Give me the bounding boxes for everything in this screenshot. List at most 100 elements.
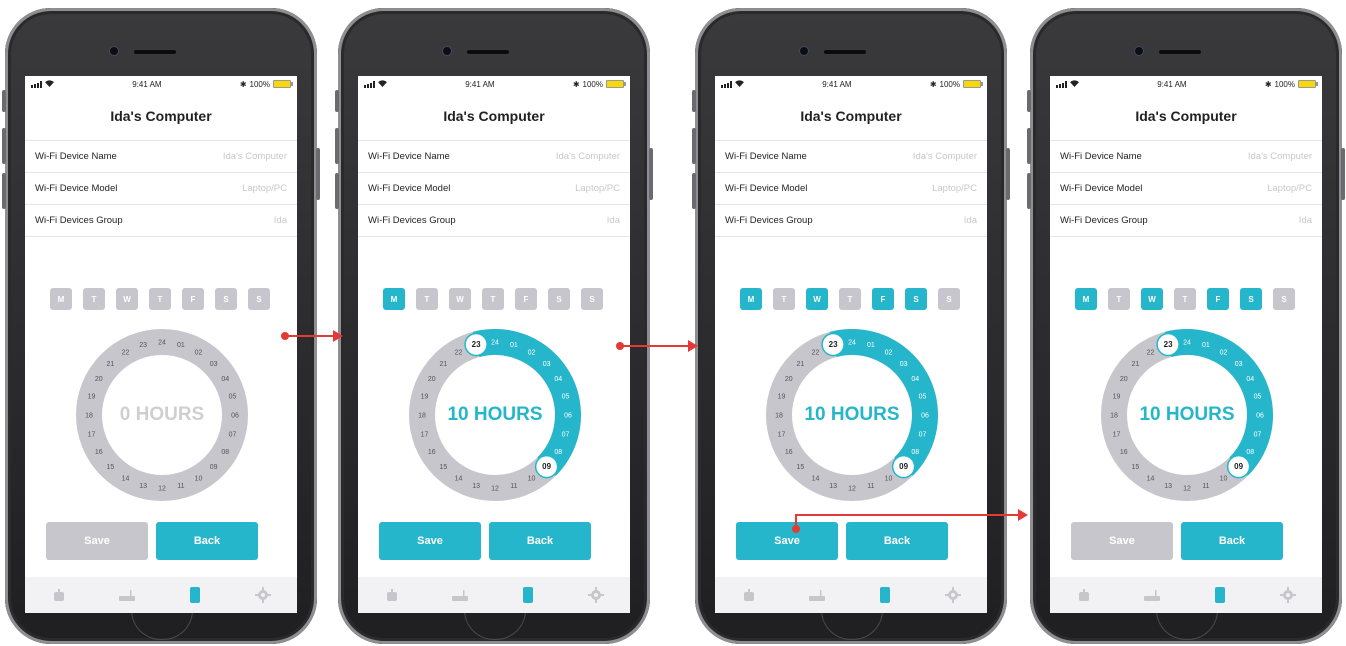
day-toggle[interactable]: S (905, 288, 927, 310)
gear-icon[interactable] (585, 584, 607, 606)
bluetooth-icon: ✱ (572, 79, 580, 89)
field-row[interactable]: Wi-Fi Device Model Laptop/PC (358, 173, 630, 205)
device-icon[interactable] (517, 584, 539, 606)
device-icon[interactable] (1209, 584, 1231, 606)
day-toggle[interactable]: F (182, 288, 204, 310)
day-toggle[interactable]: S (548, 288, 570, 310)
field-label: Wi-Fi Device Model (1060, 183, 1143, 194)
page-title: Ida's Computer (1050, 92, 1322, 141)
day-toggle[interactable]: S (581, 288, 603, 310)
day-toggle[interactable]: S (938, 288, 960, 310)
day-toggle[interactable]: T (416, 288, 438, 310)
field-row[interactable]: Wi-Fi Devices Group Ida (1050, 205, 1322, 237)
day-toggle[interactable]: T (773, 288, 795, 310)
field-row[interactable]: Wi-Fi Device Name Ida's Computer (358, 141, 630, 173)
router-icon[interactable] (806, 584, 828, 606)
mute-switch (1027, 90, 1031, 112)
gear-icon[interactable] (1277, 584, 1299, 606)
day-toggle[interactable]: T (482, 288, 504, 310)
field-row[interactable]: Wi-Fi Devices Group Ida (715, 205, 987, 237)
power-button (316, 148, 320, 200)
back-button[interactable]: Back (846, 522, 948, 560)
hours-dial[interactable]: 24 01 02 03 04 05 06 07 08 09 10 11 12 13 14 15 16 17 18 19… (1101, 329, 1273, 501)
router-icon[interactable] (116, 584, 138, 606)
field-row[interactable]: Wi-Fi Devices Group Ida (25, 205, 297, 237)
robot-icon[interactable] (48, 584, 70, 606)
field-value: Ida (1298, 215, 1312, 226)
day-toggle[interactable]: S (248, 288, 270, 310)
save-button[interactable]: Save (1071, 522, 1173, 560)
home-button[interactable] (131, 609, 193, 640)
day-toggle[interactable]: S (215, 288, 237, 310)
hours-dial[interactable]: 24 01 02 03 04 05 06 07 08 09 10 11 12 13 14 15 16 17 18 19… (409, 329, 581, 501)
home-button[interactable] (821, 609, 883, 640)
home-button[interactable] (464, 609, 526, 640)
day-toggle[interactable]: M (1075, 288, 1097, 310)
field-value: Ida's Computer (222, 151, 287, 162)
power-button (1006, 148, 1010, 200)
field-value: Ida's Computer (555, 151, 620, 162)
save-button[interactable]: Save (46, 522, 148, 560)
field-row[interactable]: Wi-Fi Device Name Ida's Computer (25, 141, 297, 173)
back-button[interactable]: Back (489, 522, 591, 560)
router-icon[interactable] (449, 584, 471, 606)
device-icon[interactable] (874, 584, 896, 606)
day-toggle[interactable]: M (50, 288, 72, 310)
bluetooth-icon: ✱ (239, 79, 247, 89)
robot-icon[interactable] (738, 584, 760, 606)
field-value: Ida (273, 215, 287, 226)
field-row[interactable]: Wi-Fi Device Name Ida's Computer (715, 141, 987, 173)
status-right: ✱ 100% (239, 79, 293, 89)
day-toggle[interactable]: T (839, 288, 861, 310)
day-toggle[interactable]: S (1273, 288, 1295, 310)
field-row[interactable]: Wi-Fi Device Model Laptop/PC (1050, 173, 1322, 205)
save-button[interactable]: Save (736, 522, 838, 560)
signal-icon (1056, 80, 1067, 88)
status-time: 9:41 AM (465, 79, 495, 89)
gear-icon[interactable] (942, 584, 964, 606)
mute-switch (335, 90, 339, 112)
field-row[interactable]: Wi-Fi Device Model Laptop/PC (715, 173, 987, 205)
day-toggle[interactable]: F (515, 288, 537, 310)
back-button[interactable]: Back (1181, 522, 1283, 560)
day-selector: MTWTFSS (740, 288, 960, 310)
save-button[interactable]: Save (379, 522, 481, 560)
field-row[interactable]: Wi-Fi Device Name Ida's Computer (1050, 141, 1322, 173)
status-time: 9:41 AM (822, 79, 852, 89)
day-toggle[interactable]: M (383, 288, 405, 310)
hours-dial[interactable]: 24 01 02 03 04 05 06 07 08 09 10 11 12 13 14 15 16 17 18 19… (76, 329, 248, 501)
back-button[interactable]: Back (156, 522, 258, 560)
field-label: Wi-Fi Device Name (368, 151, 450, 162)
earpiece-speaker (133, 49, 177, 55)
field-row[interactable]: Wi-Fi Device Model Laptop/PC (25, 173, 297, 205)
day-toggle[interactable]: T (83, 288, 105, 310)
day-toggle[interactable]: T (149, 288, 171, 310)
action-buttons: Save Back (46, 522, 258, 560)
day-toggle[interactable]: W (449, 288, 471, 310)
day-toggle[interactable]: F (872, 288, 894, 310)
gear-icon[interactable] (252, 584, 274, 606)
day-toggle[interactable]: W (1141, 288, 1163, 310)
router-icon[interactable] (1141, 584, 1163, 606)
field-row[interactable]: Wi-Fi Devices Group Ida (358, 205, 630, 237)
day-toggle[interactable]: M (740, 288, 762, 310)
device-icon[interactable] (184, 584, 206, 606)
action-buttons: Save Back (736, 522, 948, 560)
robot-icon[interactable] (381, 584, 403, 606)
day-toggle[interactable]: F (1207, 288, 1229, 310)
wifi-icon (735, 79, 744, 89)
day-toggle[interactable]: S (1240, 288, 1262, 310)
status-bar: 9:41 AM ✱ 100% (358, 76, 630, 92)
day-toggle[interactable]: W (806, 288, 828, 310)
page-title: Ida's Computer (358, 92, 630, 141)
field-label: Wi-Fi Device Model (725, 183, 808, 194)
tab-bar (1050, 577, 1322, 613)
field-label: Wi-Fi Device Name (35, 151, 117, 162)
day-toggle[interactable]: W (116, 288, 138, 310)
hours-dial[interactable]: 24 01 02 03 04 05 06 07 08 09 10 11 12 13 14 15 16 17 18 19… (766, 329, 938, 501)
day-toggle[interactable]: T (1108, 288, 1130, 310)
day-toggle[interactable]: T (1174, 288, 1196, 310)
robot-icon[interactable] (1073, 584, 1095, 606)
field-label: Wi-Fi Devices Group (35, 215, 123, 226)
home-button[interactable] (1156, 609, 1218, 640)
